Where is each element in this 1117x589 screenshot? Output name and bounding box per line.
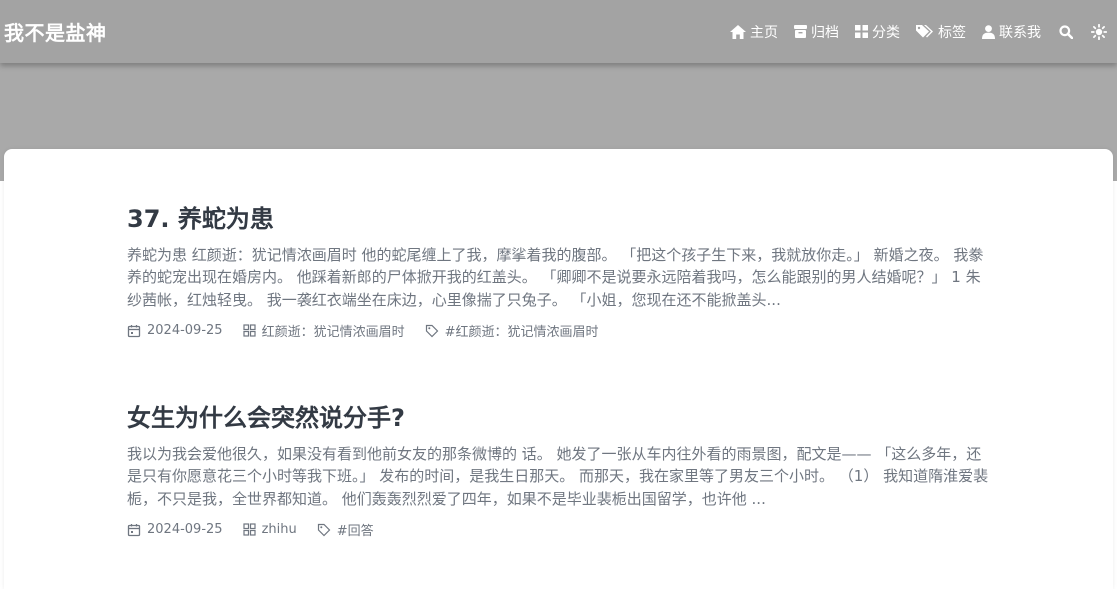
tag-icon <box>317 523 331 537</box>
post-category-text: zhihu <box>261 522 297 538</box>
post-list: 37. 养蛇为患 养蛇为患 红颜逝：犹记情浓画眉时 他的蛇尾缠上了我，摩挲着我的… <box>4 149 1113 589</box>
archive-icon <box>794 25 807 38</box>
nav-item-label: 分类 <box>872 24 900 41</box>
nav-item-label: 标签 <box>938 24 966 41</box>
calendar-icon <box>127 523 141 536</box>
post-category[interactable]: 红颜逝：犹记情浓画眉时 <box>242 321 405 341</box>
nav-item-archive[interactable]: 归档 <box>794 22 839 42</box>
post-tag[interactable]: #回答 <box>317 520 374 539</box>
post-tag-text: #回答 <box>336 524 374 540</box>
user-icon <box>982 24 995 39</box>
search-icon <box>1059 24 1073 39</box>
post-title[interactable]: 37. 养蛇为患 <box>127 205 991 234</box>
category-icon <box>242 324 256 337</box>
nav-menu: 主页 归档 分类 标签 联系我 <box>714 22 1107 42</box>
post-date-text: 2024-09-25 <box>147 522 223 538</box>
nav-item-categories[interactable]: 分类 <box>855 22 900 42</box>
post-meta: 2024-09-25 红颜逝：犹记情浓画眉时 #红颜逝：犹记情浓画眉时 <box>127 321 991 340</box>
post-meta: 2024-09-25 zhihu #回答 <box>127 520 991 539</box>
post-card: 女生为什么会突然说分手? 我以为我会爱他很久，如果没有看到他前女友的那条微博的 … <box>127 404 991 539</box>
grid-icon <box>855 25 868 38</box>
post-category-text: 红颜逝：犹记情浓画眉时 <box>261 325 405 341</box>
nav-item-contact[interactable]: 联系我 <box>982 22 1041 42</box>
search-button[interactable] <box>1059 24 1073 39</box>
site-brand[interactable]: 我不是盐神 <box>4 17 107 46</box>
post-card: 37. 养蛇为患 养蛇为患 红颜逝：犹记情浓画眉时 他的蛇尾缠上了我，摩挲着我的… <box>127 205 991 340</box>
home-icon <box>730 24 746 39</box>
calendar-icon <box>127 324 141 337</box>
tags-icon <box>916 25 933 38</box>
post-tag-text: #红颜逝：犹记情浓画眉时 <box>444 325 599 341</box>
navbar: 我不是盐神 主页 归档 分类 标签 联系我 <box>0 0 1117 63</box>
theme-toggle-button[interactable] <box>1091 23 1107 40</box>
post-excerpt: 养蛇为患 红颜逝：犹记情浓画眉时 他的蛇尾缠上了我，摩挲着我的腹部。 「把这个孩… <box>127 245 984 309</box>
post-date: 2024-09-25 <box>127 522 223 537</box>
post-date: 2024-09-25 <box>127 323 223 338</box>
nav-item-label: 联系我 <box>999 24 1041 41</box>
nav-item-tags[interactable]: 标签 <box>916 22 966 42</box>
sun-icon <box>1091 23 1107 40</box>
nav-item-label: 归档 <box>811 24 839 41</box>
nav-item-label: 主页 <box>750 24 778 41</box>
tag-icon <box>425 324 438 338</box>
post-title[interactable]: 女生为什么会突然说分手? <box>127 404 991 433</box>
post-excerpt: 我以为我会爱他很久，如果没有看到他前女友的那条微博的 话。 她发了一张从车内往外… <box>127 444 989 508</box>
category-icon <box>242 523 256 536</box>
post-tag[interactable]: #红颜逝：犹记情浓画眉时 <box>425 321 599 341</box>
nav-item-home[interactable]: 主页 <box>730 22 778 42</box>
post-date-text: 2024-09-25 <box>147 323 223 339</box>
post-category[interactable]: zhihu <box>242 522 297 538</box>
